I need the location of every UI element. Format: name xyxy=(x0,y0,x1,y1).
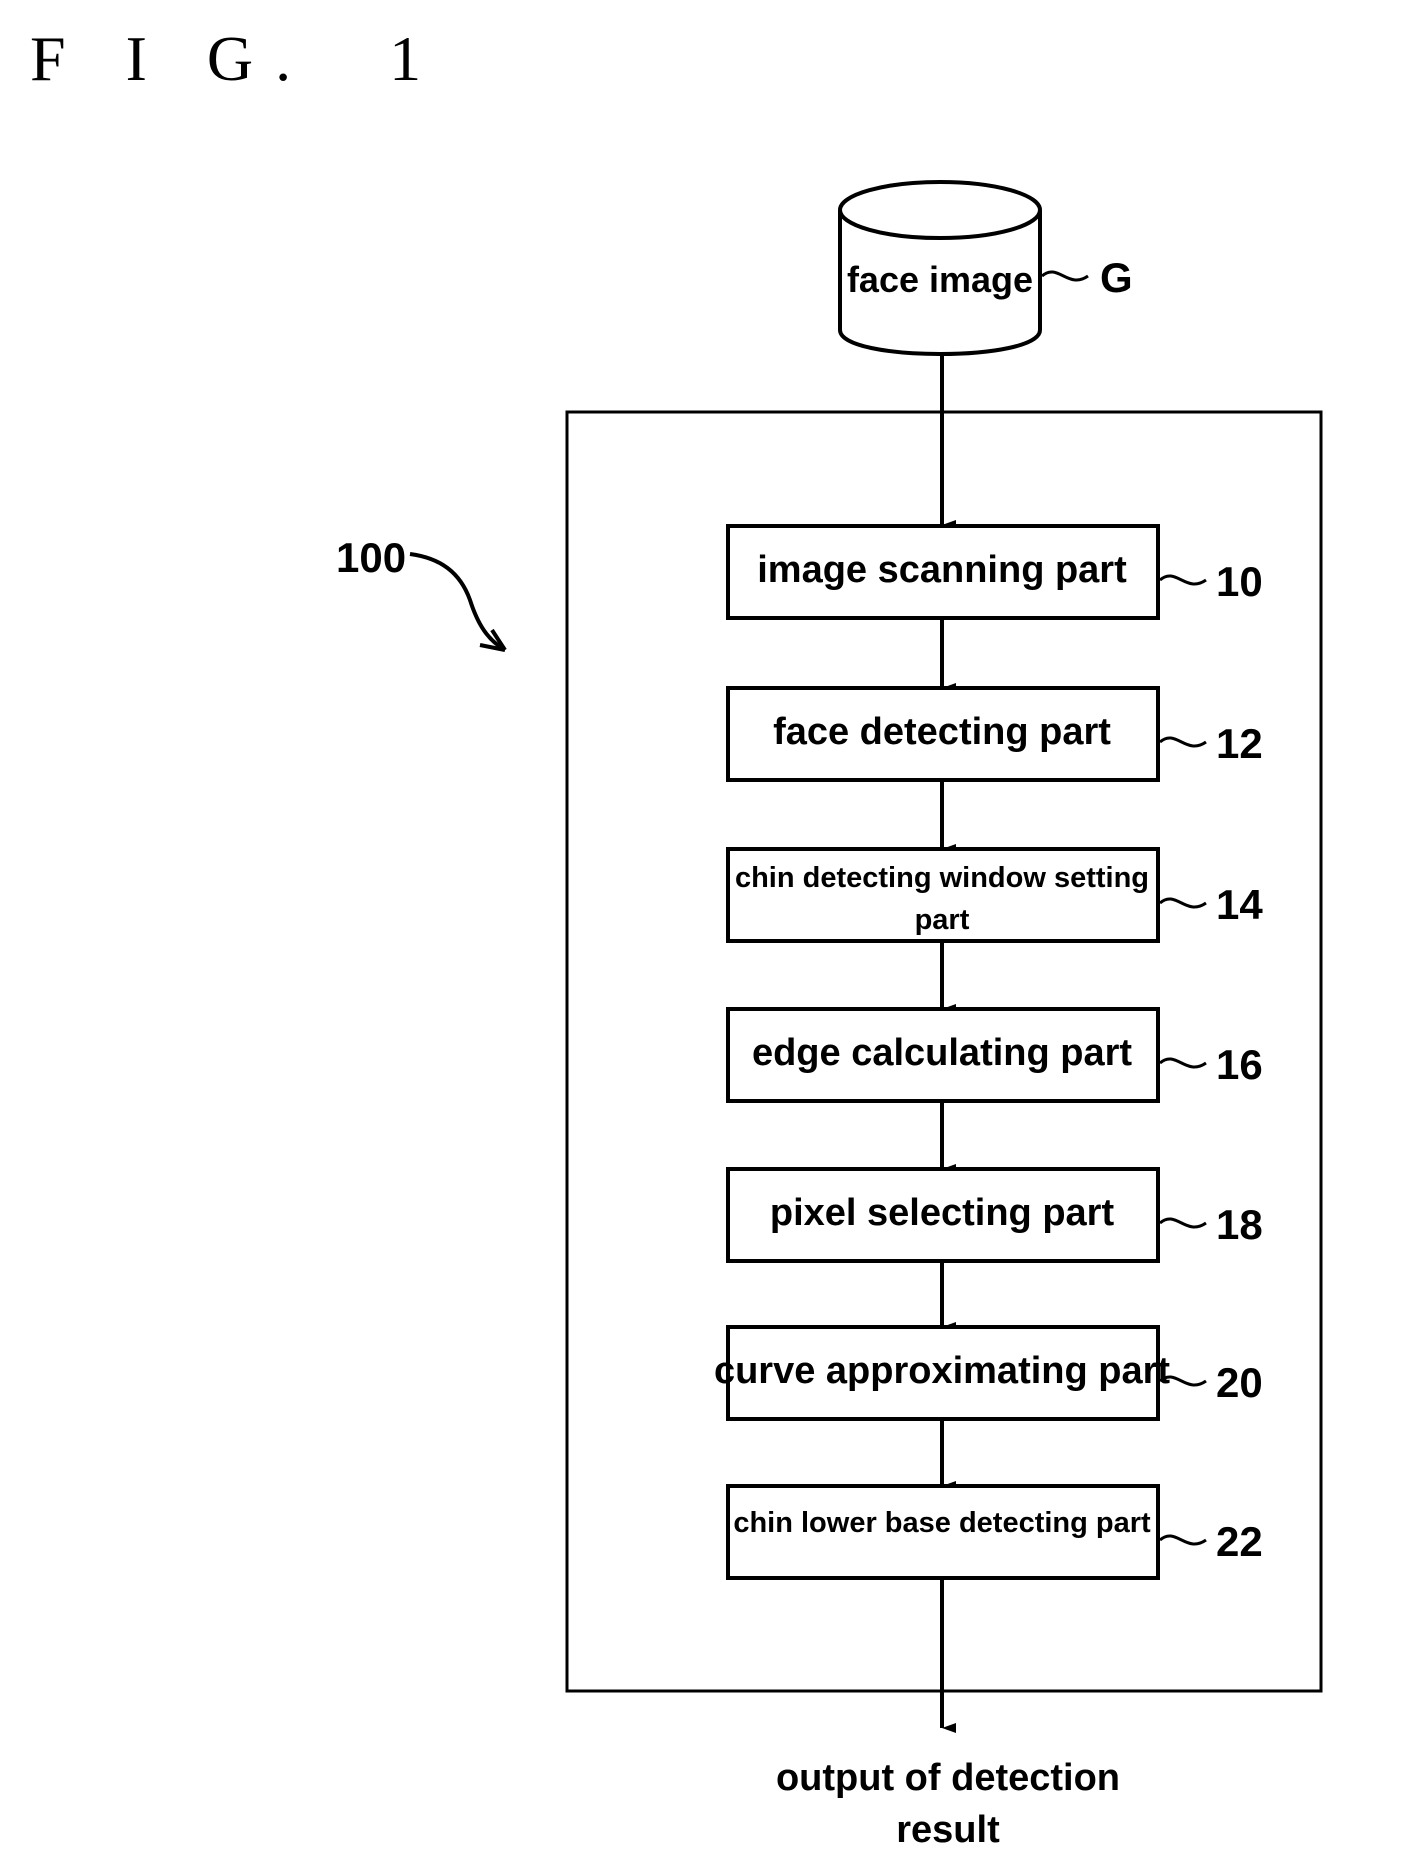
process-block-12: face detecting part 12 xyxy=(726,686,1263,782)
block-ref-number: 20 xyxy=(1216,1359,1263,1406)
process-block-label: pixel selecting part xyxy=(770,1192,1115,1234)
ref-leader-line xyxy=(1159,1217,1207,1229)
process-block-label: face detecting part xyxy=(773,711,1111,753)
block-ref-number: 12 xyxy=(1216,720,1263,767)
process-block-14: chin detecting window setting part 14 xyxy=(726,847,1263,943)
system-ref: 100 xyxy=(336,534,406,581)
process-block-16: edge calculating part 16 xyxy=(726,1007,1263,1103)
ref-leader-line xyxy=(1159,1057,1207,1069)
ref-leader-line xyxy=(1159,574,1207,586)
process-block-label: chin lower base detecting part xyxy=(733,1507,1151,1539)
process-block-20: curve approximating part 20 xyxy=(714,1325,1263,1421)
block-ref-number: 22 xyxy=(1216,1518,1263,1565)
ref-leader-line xyxy=(1159,897,1207,909)
process-block-18: pixel selecting part 18 xyxy=(726,1167,1263,1263)
system-ref-arrow-icon xyxy=(409,552,507,652)
block-ref-number: 10 xyxy=(1216,558,1263,605)
database-ref-leader xyxy=(1041,270,1089,282)
database-label: face image xyxy=(847,259,1033,300)
process-block-10: image scanning part 10 xyxy=(726,524,1263,620)
output-label-line-2: result xyxy=(896,1809,1000,1851)
block-ref-number: 16 xyxy=(1216,1041,1263,1088)
flowchart-diagram: face image G 100 image scanning part 10 fa… xyxy=(336,180,1323,1851)
face-image-database: face image G xyxy=(838,180,1133,356)
process-block-22: chin lower base detecting part 22 xyxy=(726,1484,1263,1580)
process-block-label: image scanning part xyxy=(757,549,1127,591)
output-label-line-1: output of detection xyxy=(776,1757,1120,1799)
process-block-label: edge calculating part xyxy=(752,1032,1132,1074)
ref-leader-line xyxy=(1159,736,1207,748)
block-ref-number: 14 xyxy=(1216,881,1263,928)
process-block-label: chin detecting window setting xyxy=(735,862,1149,894)
ref-leader-line xyxy=(1159,1534,1207,1546)
process-block-label: curve approximating part xyxy=(714,1350,1170,1392)
database-cylinder-top xyxy=(838,180,1042,240)
process-blocks: image scanning part 10 face detecting part… xyxy=(714,524,1263,1580)
process-block-label: part xyxy=(915,904,970,936)
database-ref: G xyxy=(1100,254,1133,301)
block-ref-number: 18 xyxy=(1216,1201,1263,1248)
system-ref-group: 100 xyxy=(336,534,507,652)
